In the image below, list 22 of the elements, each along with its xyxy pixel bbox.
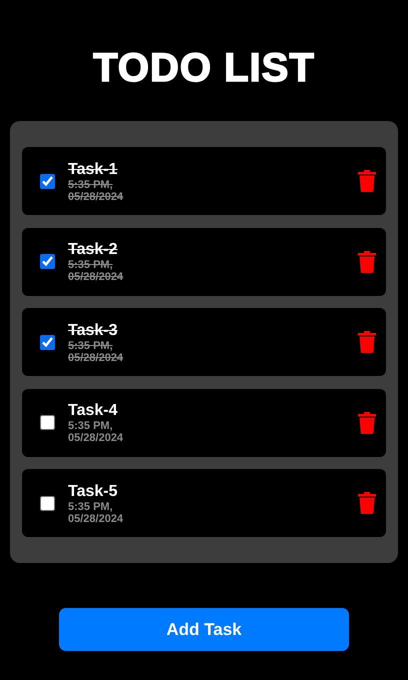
task-timestamp: 5:35 PM, 05/28/2024: [68, 420, 124, 444]
delete-icon[interactable]: [358, 250, 376, 272]
task-name: Task-1: [68, 160, 119, 178]
task-name: Task-5: [68, 482, 119, 500]
task-timestamp: 5:35 PM, 05/28/2024: [68, 500, 124, 524]
task-timestamp: 5:35 PM, 05/28/2024: [68, 340, 124, 364]
task-name: Task-3: [68, 320, 119, 340]
task-timestamp: 5:35 PM, 05/28/2024: [68, 259, 124, 283]
task-checkbox[interactable]: [40, 415, 55, 430]
delete-icon[interactable]: [358, 170, 376, 192]
add-task-button[interactable]: Add Task: [59, 608, 349, 651]
task-name: Task-4: [68, 401, 119, 420]
task-checkbox[interactable]: [40, 174, 55, 188]
task-name: Task-2: [68, 240, 119, 259]
task-checkbox[interactable]: [40, 254, 55, 269]
page-title: TODO LIST: [93, 45, 315, 92]
task-checkbox[interactable]: [40, 496, 55, 510]
task-checkbox[interactable]: [40, 334, 55, 350]
delete-icon[interactable]: [358, 412, 376, 434]
delete-icon[interactable]: [358, 492, 376, 514]
task-timestamp: 5:35 PM, 05/28/2024: [68, 178, 124, 202]
delete-icon[interactable]: [358, 331, 376, 353]
